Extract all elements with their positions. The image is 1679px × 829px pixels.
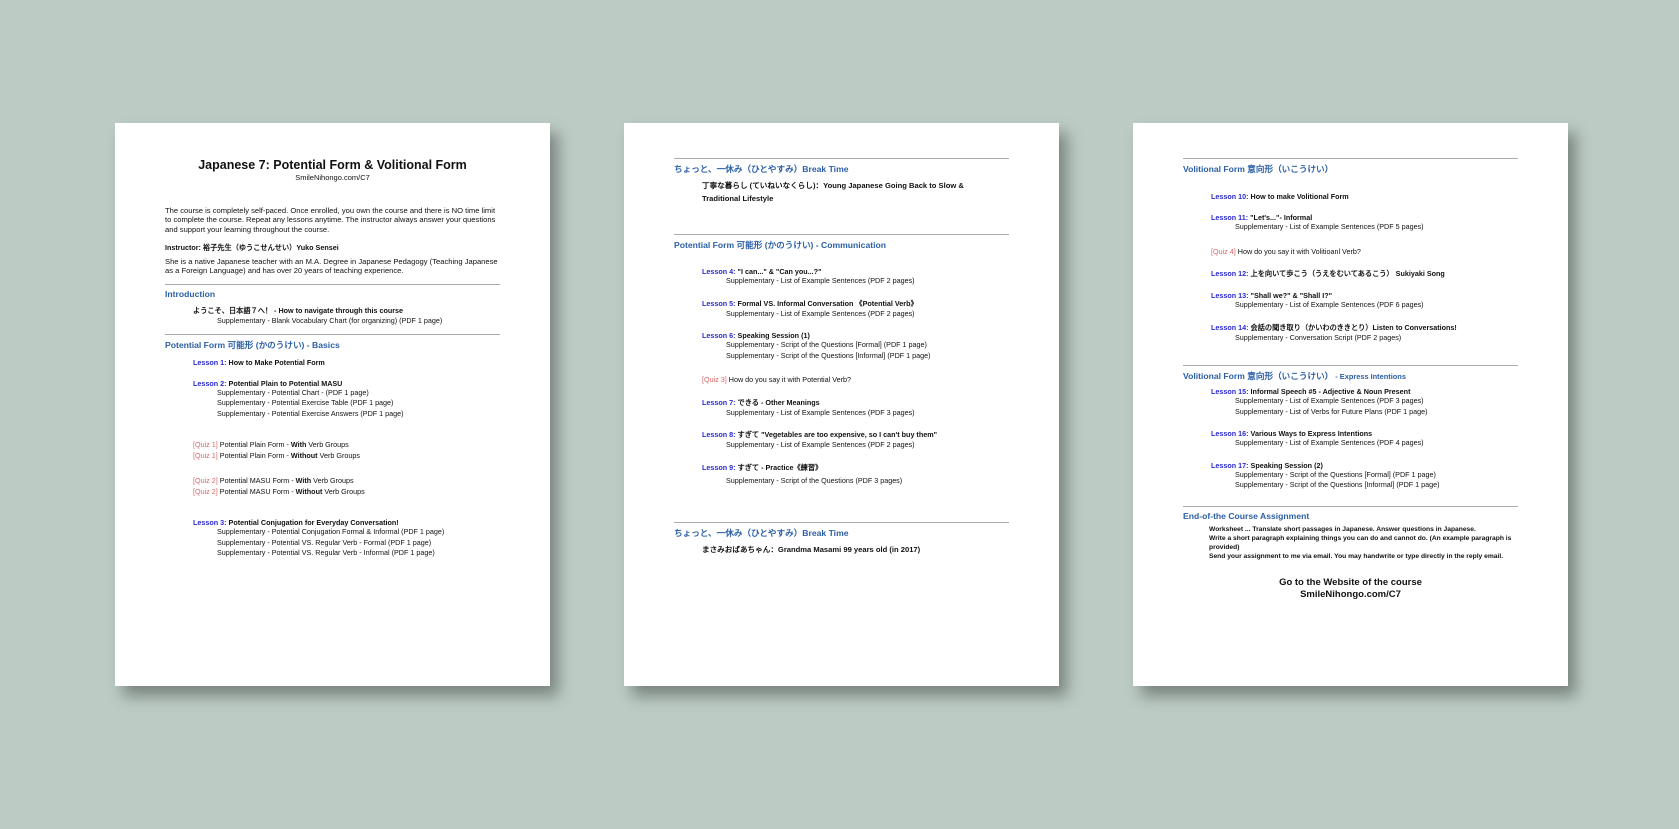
lesson-item: Lesson 15: Informal Speech #5 - Adjectiv… xyxy=(1211,387,1411,396)
supplementary-line: Supplementary - List of Verbs for Future… xyxy=(1235,406,1428,416)
section-assignment: End-of-the Course Assignment xyxy=(1183,505,1518,521)
supplementary-line: Supplementary - Script of the Questions … xyxy=(1235,480,1440,489)
supplementary-line: Supplementary - List of Example Sentence… xyxy=(726,440,915,449)
supplementary-line: Supplementary - Conversation Script (PDF… xyxy=(1235,332,1402,342)
lesson-item: Lesson 6: Speaking Session (1) xyxy=(702,331,810,340)
lesson-item: Lesson 10: How to make Volitional Form xyxy=(1211,192,1349,201)
supplementary-line: Supplementary - Potential Chart - (PDF 1… xyxy=(217,387,369,397)
section-basics: Potential Form 可能形 (かのうけい) - Basics xyxy=(165,333,500,351)
section-volitional: Volitional Form 意向形（いこうけい） xyxy=(1183,158,1518,175)
section-communication: Potential Form 可能形 (かのうけい) - Communicati… xyxy=(674,234,1009,251)
lesson-item: Lesson 7: できる - Other Meanings xyxy=(702,397,820,407)
intro-paragraph: The course is completely self-paced. Onc… xyxy=(165,206,496,234)
section-express-intentions: Volitional Form 意向形（いこうけい） - Express Int… xyxy=(1183,365,1518,382)
lesson-item: Lesson 2: Potential Plain to Potential M… xyxy=(193,378,343,388)
course-title: Japanese 7: Potential Form & Volitional … xyxy=(198,158,467,172)
instructor-line: Instructor: 裕子先生（ゆうこせんせい）Yuko Sensei xyxy=(165,242,339,252)
document-page-2: ちょっと、一休み（ひとやすみ）Break Time 丁寧な暮らし (ていねいなく… xyxy=(624,123,1059,686)
supplementary-line: Supplementary - Potential Exercise Answe… xyxy=(217,408,404,418)
section-break-time: ちょっと、一休み（ひとやすみ）Break Time xyxy=(674,158,1009,175)
break-time-item: 丁寧な暮らし (ていねいなくらし)：Young Japanese Going B… xyxy=(702,181,964,190)
lesson-item: Lesson 3: Potential Conjugation for Ever… xyxy=(193,518,399,528)
supplementary-line: Supplementary - Script of the Questions … xyxy=(726,350,931,360)
quiz-item: [Quiz 1] Potential Plain Form - With Ver… xyxy=(193,440,349,450)
section-break-time: ちょっと、一休み（ひとやすみ）Break Time xyxy=(674,522,1009,539)
course-url: SmileNihongo.com/C7 xyxy=(295,173,370,182)
assignment-line: Worksheet ... Translate short passages i… xyxy=(1209,525,1476,533)
document-page-3: Volitional Form 意向形（いこうけい） Lesson 10: Ho… xyxy=(1133,123,1568,686)
lesson-item: Lesson 12: 上を向いて歩こう（うえをむいてあるこう） Sukiyaki… xyxy=(1211,269,1445,278)
supplementary-line: Supplementary - Blank Vocabulary Chart (… xyxy=(217,316,443,326)
supplementary-line: Supplementary - List of Example Sentence… xyxy=(1235,300,1424,309)
lesson-item: Lesson 5: Formal VS. Informal Conversati… xyxy=(702,298,918,308)
supplementary-line: Supplementary - Script of the Questions … xyxy=(726,340,927,349)
document-page-1: Japanese 7: Potential Form & Volitional … xyxy=(115,123,550,686)
lesson-item: Lesson 17: Speaking Session (2) xyxy=(1211,460,1323,470)
quiz-item: [Quiz 1] Potential Plain Form - Without … xyxy=(193,450,360,460)
lesson-item: Lesson 4: "I can..." & "Can you...?" xyxy=(702,267,822,276)
supplementary-line: Supplementary - List of Example Sentence… xyxy=(1235,438,1424,447)
supplementary-line: Supplementary - List of Example Sentence… xyxy=(726,407,915,417)
lesson-item: Lesson 16: Various Ways to Express Inten… xyxy=(1211,429,1373,438)
assignment-line: Send your assignment to me via email. Yo… xyxy=(1209,553,1504,561)
break-time-item: Traditional Lifestyle xyxy=(702,193,774,203)
lesson-item: Lesson 9: すぎて - Practice《練習》 xyxy=(702,462,823,472)
quiz-item: [Quiz 3] How do you say it with Potentia… xyxy=(702,375,852,384)
instructor-bio: She is a native Japanese teacher with an… xyxy=(165,256,498,276)
break-time-item: まさみおばあちゃん：Grandma Masami 99 years old (i… xyxy=(702,545,921,554)
website-callout: Go to the Website of the course SmileNiho… xyxy=(1279,576,1422,600)
supplementary-line: Supplementary - List of Example Sentence… xyxy=(726,276,915,285)
quiz-item: [Quiz 2] Potential MASU Form - Without V… xyxy=(193,486,365,496)
supplementary-line: Supplementary - Script of the Questions … xyxy=(1235,469,1436,479)
lesson-item: Lesson 1: How to Make Potential Form xyxy=(193,357,325,367)
supplementary-line: Supplementary - List of Example Sentence… xyxy=(1235,222,1424,231)
supplementary-line: Supplementary - List of Example Sentence… xyxy=(1235,396,1424,405)
supplementary-line: Supplementary - Potential VS. Regular Ve… xyxy=(217,537,432,547)
quiz-item: [Quiz 2] Potential MASU Form - With Verb… xyxy=(193,476,354,486)
lesson-item: Lesson 14: 会話の聞き取り（かいわのききとり）Listen to Co… xyxy=(1211,322,1457,332)
supplementary-line: Supplementary - Potential Exercise Table… xyxy=(217,398,394,408)
assignment-line: Write a short paragraph explaining thing… xyxy=(1209,534,1512,552)
lesson-item: Lesson 13: "Shall we?" & "Shall I?" xyxy=(1211,291,1333,300)
supplementary-line: Supplementary - Potential Conjugation Fo… xyxy=(217,527,445,537)
section-introduction: Introduction xyxy=(165,284,500,299)
supplementary-line: Supplementary - Potential VS. Regular Ve… xyxy=(217,548,435,558)
lesson-item: Lesson 8: すぎて "Vegetables are too expens… xyxy=(702,430,938,439)
supplementary-line: Supplementary - Script of the Questions … xyxy=(726,475,903,485)
supplementary-line: Supplementary - List of Example Sentence… xyxy=(726,308,915,318)
lesson-item: Lesson 11: "Let's..."- Informal xyxy=(1211,213,1313,222)
quiz-item: [Quiz 4] How do you say it with Volitioa… xyxy=(1211,246,1361,256)
intro-line: ようこそ、日本語７へ！ - How to navigate through th… xyxy=(193,306,404,316)
